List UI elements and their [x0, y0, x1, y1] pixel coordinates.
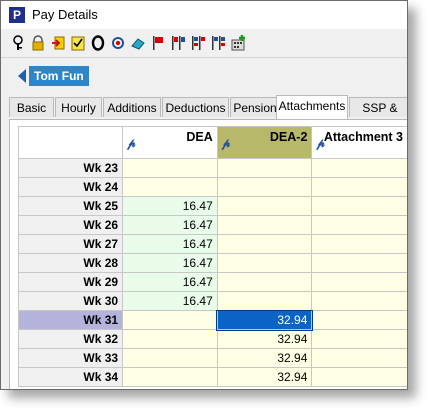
column-header-attachment-3[interactable]: 𝓅 Attachment 3 [311, 126, 407, 159]
grid-cell-att3[interactable] [311, 367, 407, 387]
grid-cell-att3[interactable] [311, 291, 407, 311]
grid-cell-dea[interactable] [122, 348, 218, 368]
row-header[interactable]: Wk 29 [17, 272, 124, 292]
tab-basic[interactable]: Basic [9, 97, 54, 117]
table-row: Wk 31 32.94 [17, 309, 407, 331]
table-row: Wk 26 16.47 [17, 215, 407, 235]
grid-cell-dea2[interactable] [216, 253, 313, 273]
lock-icon[interactable] [31, 35, 45, 51]
wrench-icon[interactable]: 𝓅 [316, 136, 325, 151]
pay-details-window: P Pay Details Tom Fun Basic Hourly Addit… [0, 0, 408, 390]
grid-corner [17, 126, 124, 159]
grid-cell-att3[interactable] [311, 234, 407, 254]
grid-cell-att3[interactable] [311, 177, 407, 197]
column-header-dea-2[interactable]: 𝓅 DEA-2 [216, 126, 313, 159]
grid-cell-att3[interactable] [311, 329, 407, 349]
window-title: Pay Details [32, 7, 98, 22]
grid-cell-dea2[interactable]: 32.94 [216, 329, 313, 349]
row-header[interactable]: Wk 31 [17, 310, 124, 330]
grid-cell-dea[interactable]: 16.47 [122, 272, 218, 292]
grid-cell-att3[interactable] [311, 310, 407, 330]
grid-cell-att3[interactable] [311, 196, 407, 216]
flag-red-icon[interactable] [151, 35, 165, 51]
grid-cell-dea2[interactable] [216, 272, 313, 292]
grid-cell-dea[interactable] [122, 177, 218, 197]
row-header[interactable]: Wk 28 [17, 253, 124, 273]
grid-cell-dea[interactable]: 16.47 [122, 196, 218, 216]
row-header[interactable]: Wk 27 [17, 234, 124, 254]
zero-icon[interactable] [91, 35, 105, 51]
table-row: Wk 28 16.47 [17, 253, 407, 273]
employee-name[interactable]: Tom Fun [29, 66, 89, 86]
grid-cell-att3[interactable] [311, 253, 407, 273]
table-row: Wk 33 32.94 [17, 348, 407, 368]
grid-header-row: 𝓅 DEA 𝓅 DEA-2 𝓅 Attachment 3 [17, 126, 407, 159]
grid-cell-dea[interactable]: 16.47 [122, 253, 218, 273]
flags-multi-icon[interactable] [191, 35, 205, 51]
grid-cell-att3[interactable] [311, 348, 407, 368]
attachments-grid: 𝓅 DEA 𝓅 DEA-2 𝓅 Attachment 3 Wk 23 Wk 24 Wk 2… [17, 126, 407, 387]
grid-cell-dea[interactable]: 16.47 [122, 234, 218, 254]
grid-cell-dea2[interactable] [216, 196, 313, 216]
tab-ssp-smp[interactable]: SSP & SMP [349, 97, 407, 135]
attachments-grid-area: 𝓅 DEA 𝓅 DEA-2 𝓅 Attachment 3 Wk 23 Wk 24 Wk 2… [9, 119, 407, 389]
grid-cell-att3[interactable] [311, 215, 407, 235]
target-icon[interactable] [111, 35, 125, 51]
import-icon[interactable] [51, 35, 65, 51]
checklist-icon[interactable] [71, 35, 85, 51]
tab-deductions[interactable]: Deductions [162, 97, 229, 117]
toolbar [1, 29, 407, 58]
table-row: Wk 29 16.47 [17, 272, 407, 292]
grid-cell-dea2[interactable]: 32.94 [216, 367, 313, 387]
key-icon[interactable] [11, 35, 25, 51]
table-row: Wk 23 [17, 158, 407, 178]
grid-cell-dea[interactable] [122, 329, 218, 349]
title-bar: P Pay Details [1, 1, 407, 29]
tab-additions[interactable]: Additions [103, 97, 161, 117]
grid-cell-dea2[interactable] [216, 291, 313, 311]
row-header[interactable]: Wk 32 [17, 329, 124, 349]
grid-cell-dea2[interactable] [216, 177, 313, 197]
grid-cell-dea[interactable] [122, 310, 218, 330]
grid-cell-att3[interactable] [311, 272, 407, 292]
row-header[interactable]: Wk 34 [17, 367, 124, 387]
row-header[interactable]: Wk 25 [17, 196, 124, 216]
grid-cell-dea2[interactable] [216, 215, 313, 235]
table-row: Wk 27 16.47 [17, 234, 407, 254]
flags-blue-icon[interactable] [211, 35, 225, 51]
table-row: Wk 32 32.94 [17, 329, 407, 349]
grid-cell-dea[interactable] [122, 158, 218, 178]
wrench-icon[interactable]: 𝓅 [222, 136, 231, 151]
grid-cell-dea[interactable]: 16.47 [122, 291, 218, 311]
column-header-dea[interactable]: 𝓅 DEA [122, 126, 218, 159]
table-row: Wk 24 [17, 177, 407, 197]
tab-attachments[interactable]: Attachments [276, 95, 348, 119]
app-icon: P [9, 7, 25, 23]
back-arrow-icon[interactable] [18, 69, 26, 83]
table-row: Wk 30 16.47 [17, 291, 407, 311]
grid-cell-dea[interactable] [122, 367, 218, 387]
grid-body: Wk 23 Wk 24 Wk 25 16.47 Wk 26 16.47 Wk 27 16.47… [17, 158, 407, 387]
grid-cell-dea2[interactable]: 32.94 [216, 348, 313, 368]
grid-cell-att3[interactable] [311, 158, 407, 178]
grid-cell-dea2[interactable]: 32.94 [216, 309, 313, 331]
table-row: Wk 25 16.47 [17, 196, 407, 216]
grid-cell-dea2[interactable] [216, 234, 313, 254]
calculator-add-icon[interactable] [231, 35, 247, 51]
wrench-icon[interactable]: 𝓅 [127, 136, 136, 151]
row-header[interactable]: Wk 33 [17, 348, 124, 368]
grid-cell-dea[interactable]: 16.47 [122, 215, 218, 235]
flag-pair-icon[interactable] [171, 35, 185, 51]
row-header[interactable]: Wk 24 [17, 177, 124, 197]
row-header[interactable]: Wk 30 [17, 291, 124, 311]
table-row: Wk 34 32.94 [17, 367, 407, 387]
row-header[interactable]: Wk 23 [17, 158, 124, 178]
grid-cell-dea2[interactable] [216, 158, 313, 178]
row-header[interactable]: Wk 26 [17, 215, 124, 235]
eraser-icon[interactable] [131, 35, 145, 51]
tab-hourly[interactable]: Hourly [55, 97, 102, 117]
